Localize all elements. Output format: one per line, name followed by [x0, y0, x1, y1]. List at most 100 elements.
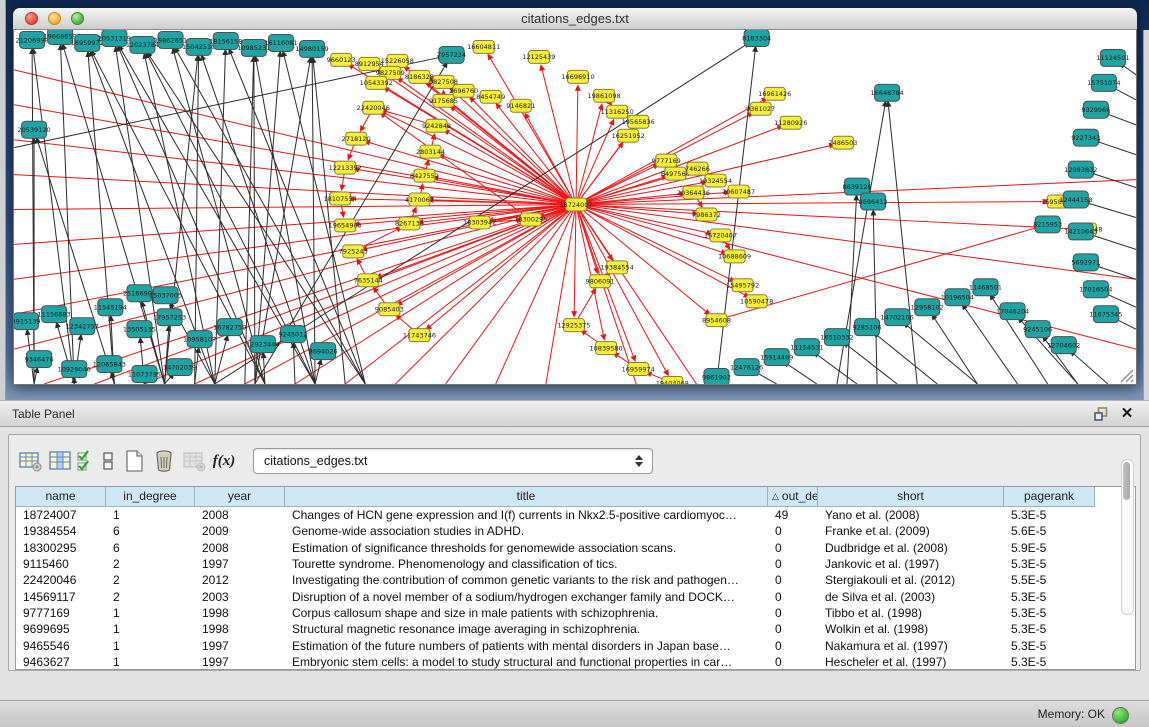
table-cell: 0 [768, 639, 818, 653]
graph-node-label: 16961426 [758, 90, 791, 98]
table-row[interactable]: 911546021997Tourette syndrome. Phenomeno… [16, 556, 1135, 572]
table-cell: 1998 [195, 606, 285, 620]
graph-edge [904, 323, 977, 384]
close-panel-icon[interactable]: ✕ [1119, 405, 1135, 423]
network-canvas[interactable]: 1872400796601238912954152260589827509105… [13, 30, 1137, 385]
graph-node-label: 7635144 [354, 277, 383, 285]
graph-edge [14, 175, 569, 205]
graph-node-label: 12704602 [1047, 341, 1080, 349]
column-header-in_degree[interactable]: in_degree [106, 487, 195, 507]
table-scrollbar-thumb[interactable] [1123, 462, 1130, 500]
delete-attribute-icon[interactable] [149, 446, 179, 476]
graph-node-label: 19565836 [622, 118, 655, 126]
table-cell: Hescheler et al. (1997) [818, 655, 1004, 669]
table-row[interactable]: 1938455462009Genome-wide association stu… [16, 523, 1135, 539]
table-selector-dropdown[interactable]: citations_edges.txt [253, 448, 653, 474]
table-cell: 1 [106, 655, 195, 669]
graph-node-label: 9660123 [327, 56, 356, 64]
graph-node-label: 18107554 [324, 195, 357, 203]
table-cell: Wolkin et al. (1998) [818, 622, 1004, 636]
graph-node-label: 10688609 [718, 253, 751, 261]
graph-node-label: 8696412 [859, 198, 888, 206]
table-cell: 5.9E-5 [1004, 541, 1095, 555]
column-header-short[interactable]: short [818, 487, 1004, 507]
graph-edge [37, 138, 115, 384]
destroy-table-icon[interactable] [179, 446, 209, 476]
graph-edge [426, 160, 428, 168]
graph-node-label: 15226058 [381, 57, 414, 65]
column-header-year[interactable]: year [195, 487, 285, 507]
graph-edge [578, 105, 602, 198]
graph-node-label: 8639126 [842, 183, 871, 191]
table-row[interactable]: 977716911998Corpus callosum shape and si… [16, 605, 1135, 621]
graph-node-label: 11280926 [774, 119, 807, 127]
graph-node-label: 19654903 [329, 222, 362, 230]
table-cell: Franke et al. (2009) [818, 524, 1004, 538]
select-columns-icon[interactable] [75, 446, 97, 476]
window-titlebar[interactable]: citations_edges.txt [13, 8, 1137, 30]
graph-node-label: 9861902 [702, 373, 731, 381]
table-cell: Estimation of significance thresholds fo… [285, 541, 768, 555]
graph-node-label: 16116081 [264, 39, 297, 47]
graph-node-label: 7986372 [692, 211, 721, 219]
graph-node-label: 12065843 [93, 360, 126, 368]
graph-edge [583, 202, 1049, 205]
table-cell: 5.3E-5 [1004, 606, 1095, 620]
table-scrollbar[interactable] [1121, 459, 1134, 615]
graph-edge [697, 199, 702, 207]
graph-node-label: 9245106 [1023, 325, 1052, 333]
table-row[interactable]: 1830029562008Estimation of significance … [16, 540, 1135, 556]
row-height-icon[interactable] [97, 446, 119, 476]
table-row[interactable]: 946554611997Estimation of the future num… [16, 637, 1135, 653]
graph-node-label: 2696760 [449, 87, 478, 95]
table-cell: 0 [768, 655, 818, 669]
show-columns-icon[interactable] [45, 446, 75, 476]
table-settings-icon[interactable] [15, 446, 45, 476]
application-window: citations_edges.txt 18724007966012389129… [0, 0, 1149, 727]
graph-node-label: 11073795 [128, 370, 161, 378]
table-cell: 5.6E-5 [1004, 524, 1095, 538]
graph-node-label: 7957224 [437, 51, 466, 59]
table-row[interactable]: 946362711997Embryonic stem cells: a mode… [16, 654, 1135, 670]
table-cell: Yano et al. (2008) [818, 508, 1004, 522]
table-cell: 1 [106, 508, 195, 522]
graph-node-label: 8454749 [476, 93, 505, 101]
resize-grip-icon[interactable] [1118, 367, 1134, 383]
graph-edge [582, 165, 658, 202]
graph-node-label: 14702106 [881, 314, 914, 322]
table-cell: 49 [768, 508, 818, 522]
graph-edge [255, 52, 280, 384]
graph-node-label: 8427552 [410, 172, 439, 180]
table-row[interactable]: 1456911722003Disruption of a novel membe… [16, 588, 1135, 604]
column-header-out_de[interactable]: △out_de… [768, 487, 818, 507]
float-panel-icon[interactable] [1094, 407, 1109, 422]
graph-node-label: 11316250 [601, 108, 634, 116]
table-toolbar: f(x) citations_edges.txt [15, 443, 653, 479]
graph-node-label: 12342757 [66, 322, 99, 330]
graph-node-label: 9329966 [1081, 106, 1110, 114]
graph-node-label: 16510332 [820, 333, 853, 341]
graph-node-label: 11545194 [94, 304, 127, 312]
network-view-window: citations_edges.txt 18724007966012389129… [13, 8, 1137, 385]
function-builder-icon[interactable]: f(x) [209, 446, 239, 476]
table-row[interactable]: 2242004622012Investigating the contribut… [16, 572, 1135, 588]
table-cell: Investigating the contribution of common… [285, 573, 768, 587]
graph-node-label: 7925243 [339, 248, 368, 256]
column-header-title[interactable]: title [285, 487, 768, 507]
graph-edge [14, 205, 569, 210]
graph-edge [888, 102, 917, 384]
graph-edge [315, 360, 321, 384]
graph-node-label: 17957253 [153, 314, 186, 322]
memory-status-indicator[interactable] [1112, 707, 1129, 724]
table-row[interactable]: 969969511998Structural magnetic resonanc… [16, 621, 1135, 637]
table-row[interactable]: 1872400712008Changes of HCN gene express… [16, 507, 1135, 523]
graph-node-label: 8267130 [395, 220, 424, 228]
column-header-pagerank[interactable]: pagerank [1004, 487, 1095, 507]
graph-node-label: 12213392 [329, 164, 362, 172]
status-bar: Memory: OK [0, 700, 1149, 727]
graph-edge [421, 184, 423, 192]
table-cell: Changes of HCN gene expression and I(f) … [285, 508, 768, 522]
column-header-name[interactable]: name [16, 487, 106, 507]
graph-node-label: 11468501 [969, 284, 1002, 292]
new-table-icon[interactable] [119, 446, 149, 476]
